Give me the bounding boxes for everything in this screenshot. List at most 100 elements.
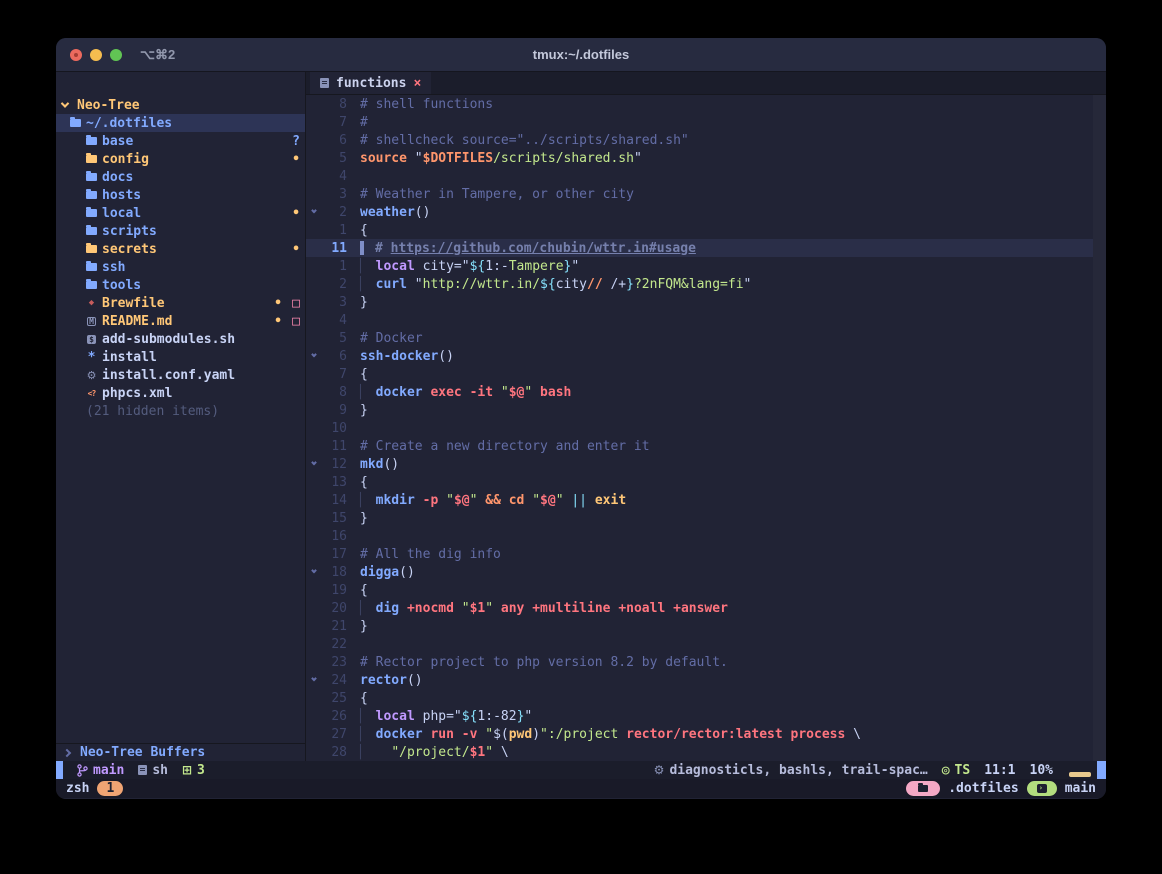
tree-item-add-submodules-sh[interactable]: add-submodules.sh [56,330,305,348]
line-text: } [347,619,368,634]
statusline-mode-block [56,761,63,779]
git-status-badge: • [269,296,287,311]
scrollbar[interactable] [1093,95,1106,761]
code-line[interactable]: 10 [306,419,1106,437]
fold-chevron-icon[interactable] [306,210,321,214]
code-line[interactable]: 6# shellcheck source="../scripts/shared.… [306,131,1106,149]
tree-item-base[interactable]: base? [56,132,305,150]
tree-item-secrets[interactable]: secrets• [56,240,305,258]
code-line[interactable]: 11# https://github.com/chubin/wttr.in#us… [306,239,1106,257]
neotree-buffers-header[interactable]: Neo-Tree Buffers [56,743,305,761]
tab-label: functions [336,76,406,91]
git-status-badge: • [287,242,305,257]
line-number: 13 [321,475,347,490]
code-line[interactable]: 16 [306,527,1106,545]
code-line[interactable]: 26▏ local php="${1:-82}" [306,707,1106,725]
code-line[interactable]: 14▏ mkdir -p "$@" && cd "$@" || exit [306,491,1106,509]
line-number: 2 [321,277,347,292]
line-text: ▏ local php="${1:-82}" [347,709,532,724]
fold-chevron-icon[interactable] [306,678,321,682]
line-number: 21 [321,619,347,634]
code-line[interactable]: 21} [306,617,1106,635]
code-line[interactable]: 1{ [306,221,1106,239]
fold-chevron-icon[interactable] [306,462,321,466]
line-number: 17 [321,547,347,562]
statusline-right-block [1097,761,1106,779]
tree-item-local[interactable]: local• [56,204,305,222]
line-number: 5 [321,331,347,346]
code-line[interactable]: 9} [306,401,1106,419]
code-line[interactable]: 8# shell functions [306,95,1106,113]
code-line[interactable]: 7{ [306,365,1106,383]
code-line[interactable]: 15} [306,509,1106,527]
tab-functions[interactable]: functions × [310,72,431,94]
tree-item-dotfiles[interactable]: ~/.dotfiles [56,114,305,132]
tmux-window-index-pill[interactable]: 1 [97,781,123,796]
tmux-statusbar: zsh 1 .dotfiles main [56,779,1106,798]
code-line[interactable]: 2weather() [306,203,1106,221]
star-icon: * [86,350,97,365]
code-line[interactable]: 2▏ curl "http://wttr.in/${city// /+}?2nF… [306,275,1106,293]
tree-item-install-conf-yaml[interactable]: ⚙install.conf.yaml [56,366,305,384]
code-line[interactable]: 4 [306,167,1106,185]
tree-item-21-hidden-items[interactable]: (21 hidden items) [56,402,305,420]
code-line[interactable]: 27▏ docker run -v "$(pwd)":/project rect… [306,725,1106,743]
tree-item-label: add-submodules.sh [102,332,235,347]
tree-item-install[interactable]: *install [56,348,305,366]
tmux-session-name: .dotfiles [948,781,1018,796]
neotree-header[interactable]: Neo-Tree [56,96,305,114]
fold-chevron-icon[interactable] [306,354,321,358]
code-line[interactable]: 5# Docker [306,329,1106,347]
code-line[interactable]: 23# Rector project to php version 8.2 by… [306,653,1106,671]
tree-item-tools[interactable]: tools [56,276,305,294]
code-line[interactable]: 12mkd() [306,455,1106,473]
code-line[interactable]: 24rector() [306,671,1106,689]
code-line[interactable]: 6ssh-docker() [306,347,1106,365]
code-line[interactable]: 4 [306,311,1106,329]
line-number: 3 [321,187,347,202]
line-number: 3 [321,295,347,310]
code-line[interactable]: 11# Create a new directory and enter it [306,437,1106,455]
code-line[interactable]: 1▏ local city="${1:-Tampere}" [306,257,1106,275]
line-text: } [347,295,368,310]
code-line[interactable]: 22 [306,635,1106,653]
code-line[interactable]: 19{ [306,581,1106,599]
line-number: 4 [321,313,347,328]
code-line[interactable]: 5source "$DOTFILES/scripts/shared.sh" [306,149,1106,167]
tmux-window-name[interactable]: zsh [66,781,89,796]
code-line[interactable]: 7# [306,113,1106,131]
terminal-icon [1037,784,1047,793]
folder-icon [86,137,97,145]
tree-item-hosts[interactable]: hosts [56,186,305,204]
scroll-percentage: 10% [1030,763,1053,778]
folder-icon [86,281,97,289]
line-number: 1 [321,259,347,274]
code-line[interactable]: 28▏ "/project/$1" \ [306,743,1106,761]
code-line[interactable]: 13{ [306,473,1106,491]
code-area[interactable]: 8# shell functions7#6# shellcheck source… [306,95,1106,761]
code-line[interactable]: 20▏ dig +nocmd "$1" any +multiline +noal… [306,599,1106,617]
folder-icon [86,245,97,253]
tree-item-brewfile[interactable]: ◆Brewfile•□ [56,294,305,312]
tree-item-label: base [102,134,133,149]
code-line[interactable]: 25{ [306,689,1106,707]
tree-item-ssh[interactable]: ssh [56,258,305,276]
line-number: 2 [321,205,347,220]
tab-close-icon[interactable]: × [413,76,421,91]
tree-item-phpcs-xml[interactable]: <?phpcs.xml [56,384,305,402]
code-line[interactable]: 3} [306,293,1106,311]
php-icon: <? [86,389,97,398]
code-line[interactable]: 8▏ docker exec -it "$@" bash [306,383,1106,401]
tree-item-docs[interactable]: docs [56,168,305,186]
line-text: ▏ docker exec -it "$@" bash [347,385,571,400]
filetype-icon [138,765,147,775]
neotree-header-label: Neo-Tree [77,98,140,113]
tree-item-readme-md[interactable]: README.md•□ [56,312,305,330]
fold-chevron-icon[interactable] [306,570,321,574]
code-line[interactable]: 18digga() [306,563,1106,581]
code-line[interactable]: 17# All the dig info [306,545,1106,563]
tree-item-config[interactable]: config• [56,150,305,168]
tree-item-scripts[interactable]: scripts [56,222,305,240]
filetype-label: sh [152,763,168,778]
code-line[interactable]: 3# Weather in Tampere, or other city [306,185,1106,203]
